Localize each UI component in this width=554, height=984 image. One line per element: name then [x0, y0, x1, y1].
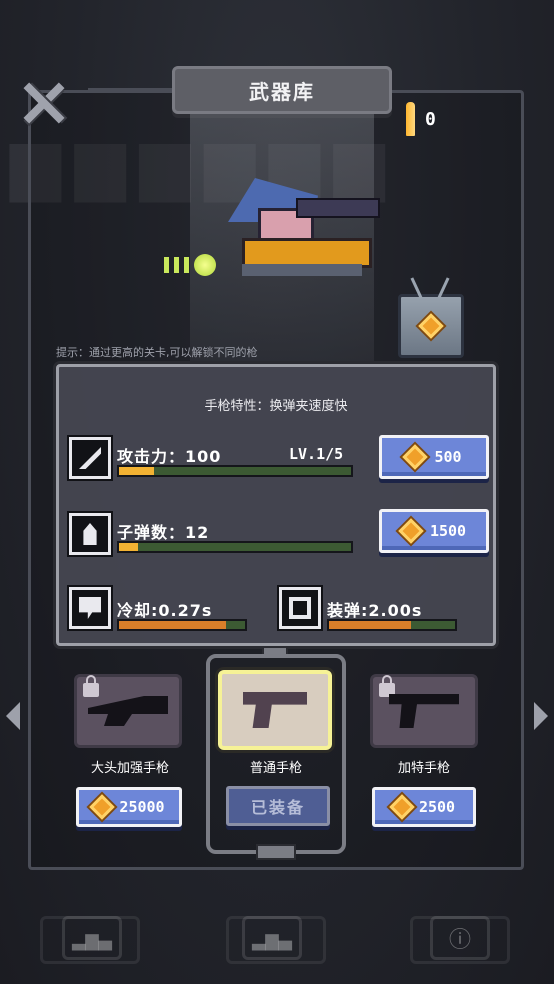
buy-weapon-gatling-button[interactable]: 2500: [372, 787, 476, 827]
close-icon[interactable]: [20, 80, 66, 126]
attack-progress: [117, 465, 353, 477]
gem-icon: [389, 794, 415, 820]
reload-icon: [279, 587, 321, 629]
attack-progress-fill: [119, 467, 154, 475]
reload-progress: [327, 619, 457, 631]
gem-icon: [398, 518, 424, 544]
gem-icon: [418, 313, 444, 339]
weapon-card-gatling[interactable]: [370, 674, 478, 748]
flame-streak: [184, 257, 189, 273]
ammo-counter: 0: [406, 102, 436, 136]
upgrade-attack-button[interactable]: 500: [379, 435, 489, 479]
buy-weapon-bighead-button[interactable]: 25000: [76, 787, 182, 827]
weapon-price: 2500: [418, 798, 456, 816]
gem-icon: [402, 444, 429, 470]
gem-icon: [89, 794, 116, 820]
lock-icon: [83, 675, 99, 697]
weapon-name: 普通手枪: [249, 761, 302, 776]
ammo-progress: [117, 541, 353, 553]
character-gun: [296, 198, 380, 218]
character-hoverboard: [242, 264, 362, 276]
arrow-left-icon[interactable]: [6, 702, 20, 730]
attack-level: LV.1/5: [289, 445, 344, 463]
leaderboard-icon: ▂▅▃: [62, 916, 122, 960]
character-preview: [218, 168, 388, 288]
attack-icon: [69, 437, 111, 479]
cooldown-label: 冷却:0.27s: [117, 601, 213, 620]
tv-reward-button[interactable]: [398, 294, 464, 358]
page-title: 武器库: [172, 66, 392, 114]
weapon-name: 加特手枪: [397, 761, 450, 776]
pistol-icon: [389, 694, 459, 728]
cooldown-icon: [69, 587, 111, 629]
weapon-card-bighead[interactable]: [74, 674, 182, 748]
cooldown-progress: [117, 619, 247, 631]
flame-icon: [194, 254, 216, 276]
equipped-button[interactable]: 已装备: [226, 786, 330, 826]
jet-flame: [164, 254, 216, 276]
hint-text: 提示：通过更高的关卡,可以解锁不同的枪: [56, 346, 258, 359]
panel-title: 手枪特性：换弹夹速度快: [204, 399, 348, 414]
weapon-price: 25000: [119, 798, 165, 816]
weapon-card-standard[interactable]: [218, 670, 332, 750]
selection-frame-foot: [256, 844, 296, 860]
info-icon: ⓘ: [430, 916, 490, 960]
upgrade-ammo-price: 1500: [429, 522, 467, 540]
flame-streak: [174, 257, 179, 273]
cooldown-progress-fill: [119, 621, 227, 629]
ammo-icon: [69, 513, 111, 555]
attack-label: 攻击力：100: [117, 447, 222, 466]
leaderboard-icon: ▂▅▃: [242, 916, 302, 960]
ammo-label: 子弹数：12: [117, 523, 210, 542]
ammo-progress-fill: [119, 543, 138, 551]
bullet-icon: [406, 102, 415, 136]
upgrade-ammo-button[interactable]: 1500: [379, 509, 489, 553]
pistol-icon: [243, 692, 307, 728]
divider: [88, 88, 172, 92]
reload-progress-fill: [329, 621, 411, 629]
ammo-count: 0: [425, 108, 436, 130]
flame-streak: [164, 257, 169, 273]
upgrade-attack-price: 500: [434, 448, 462, 466]
pistol-icon: [88, 696, 168, 726]
weapon-name: 大头加强手枪: [90, 761, 169, 776]
reload-label: 装弹:2.00s: [327, 601, 423, 620]
weapon-stats-panel: 手枪特性：换弹夹速度快 攻击力：100 LV.1/5 500 子弹数：12 15…: [56, 364, 496, 646]
arrow-right-icon[interactable]: [534, 702, 548, 730]
